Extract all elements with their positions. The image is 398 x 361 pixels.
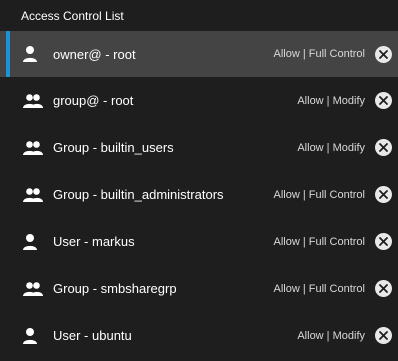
remove-icon[interactable]: [375, 233, 392, 250]
group-icon: [23, 280, 45, 298]
remove-icon[interactable]: [375, 280, 392, 297]
acl-entry-label: User - markus: [53, 234, 135, 249]
group-icon: [23, 92, 45, 110]
remove-icon[interactable]: [375, 186, 392, 203]
acl-entry-permission: Allow | Full Control: [273, 188, 366, 201]
acl-entry-builtin-users[interactable]: Group - builtin_users Allow | Modify: [0, 124, 398, 171]
acl-entry-smbsharegrp[interactable]: Group - smbsharegrp Allow | Full Control: [0, 265, 398, 312]
acl-entry-permission: Allow | Modify: [297, 141, 365, 154]
remove-icon[interactable]: [375, 139, 392, 156]
group-icon: [23, 139, 45, 157]
person-icon: [23, 45, 45, 63]
remove-icon[interactable]: [375, 45, 392, 63]
acl-entry-permission: Allow | Full Control: [273, 48, 366, 60]
group-icon: [23, 186, 45, 204]
remove-icon[interactable]: [375, 92, 392, 109]
selection-indicator: [6, 31, 10, 77]
person-icon: [23, 233, 45, 251]
acl-list: owner@ - root Allow | Full Control group…: [0, 31, 398, 359]
acl-entry-label: User - ubuntu: [53, 328, 132, 343]
acl-entry-label: Group - smbsharegrp: [53, 281, 177, 296]
acl-entry-label: Group - builtin_administrators: [53, 187, 224, 202]
acl-entry-permission: Allow | Full Control: [273, 282, 366, 295]
acl-entry-permission: Allow | Modify: [297, 94, 365, 107]
person-icon: [23, 327, 45, 345]
acl-entry-user-ubuntu[interactable]: User - ubuntu Allow | Modify: [0, 312, 398, 359]
acl-title: Access Control List: [21, 9, 124, 23]
acl-entry-label: group@ - root: [53, 93, 134, 108]
acl-entry-permission: Allow | Full Control: [273, 235, 366, 248]
acl-entry-group-root[interactable]: group@ - root Allow | Modify: [0, 77, 398, 124]
remove-icon[interactable]: [375, 327, 392, 344]
acl-entry-permission: Allow | Modify: [297, 329, 365, 342]
acl-entry-owner-root[interactable]: owner@ - root Allow | Full Control: [0, 31, 398, 77]
acl-entry-label: owner@ - root: [53, 46, 136, 62]
acl-entry-label: Group - builtin_users: [53, 140, 174, 155]
acl-entry-user-markus[interactable]: User - markus Allow | Full Control: [0, 218, 398, 265]
acl-entry-builtin-administrators[interactable]: Group - builtin_administrators Allow | F…: [0, 171, 398, 218]
